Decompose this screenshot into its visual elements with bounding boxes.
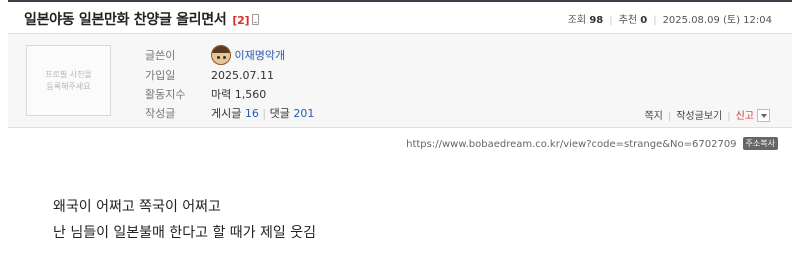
post-url: https://www.bobaedream.co.kr/view?code=s…	[406, 139, 737, 150]
action-divider: |	[667, 111, 672, 122]
reply-count[interactable]: [2]	[232, 14, 249, 27]
report-link[interactable]: 신고	[736, 111, 754, 122]
activity-row: 활동지수 마력 1,560	[145, 86, 266, 102]
posts-row: 작성글 게시글 16 | 댓글 201	[145, 105, 314, 121]
comments-count[interactable]: 201	[293, 107, 314, 120]
post-header: 일본야동 일본만화 찬양글 올리면서 [2] 조회 98 | 추천 0 | 2025.08…	[8, 0, 792, 34]
activity-label: 활동지수	[145, 88, 186, 101]
content-line: 왜국이 어쩌고 쪽국이 어쩌고	[53, 199, 221, 215]
post-date: 2025.08.09 (토) 12:04	[662, 15, 772, 26]
posts-prefix: 게시글	[211, 107, 242, 120]
post-title-text: 일본야동 일본만화 찬양글 올리면서	[24, 12, 227, 28]
post-title: 일본야동 일본만화 찬양글 올리면서 [2]	[24, 9, 260, 29]
avatar[interactable]	[211, 45, 231, 65]
stats-divider: |	[653, 15, 657, 26]
comments-prefix: 댓글	[269, 107, 290, 120]
recommend-label: 추천	[618, 15, 638, 26]
posts-divider: |	[262, 107, 267, 120]
posts-count[interactable]: 16	[245, 107, 259, 120]
views-label: 조회	[567, 15, 587, 26]
views-count: 98	[589, 15, 604, 26]
content-line: 난 님들이 일본불매 한다고 할 때가 제일 웃김	[53, 225, 316, 241]
photo-placeholder-line1: 프로필 사진을	[45, 69, 92, 79]
photo-placeholder-line2: 등록해주세요	[46, 81, 91, 91]
joined-row: 가입일 2025.07.11	[145, 67, 274, 83]
author-actions: 쪽지 | 작성글보기 | 신고	[644, 107, 770, 122]
author-info-box: 프로필 사진을 등록해주세요 글쓴이 이재명악개 가입일 2025.07.11 활…	[8, 34, 792, 128]
view-posts-link[interactable]: 작성글보기	[676, 111, 722, 122]
mobile-icon	[252, 14, 260, 25]
chevron-down-icon[interactable]	[757, 109, 770, 122]
writer-name[interactable]: 이재명악개	[235, 49, 286, 62]
recommend-count: 0	[640, 15, 648, 26]
profile-photo-placeholder: 프로필 사진을 등록해주세요	[26, 45, 111, 116]
joined-label: 가입일	[145, 69, 176, 82]
writer-row: 글쓴이 이재명악개	[145, 45, 286, 65]
copy-url-button[interactable]: 주소복사	[742, 137, 778, 150]
stats-divider: |	[609, 15, 613, 26]
post-stats: 조회 98 | 추천 0 | 2025.08.09 (토) 12:04	[568, 11, 772, 26]
joined-date: 2025.07.11	[211, 69, 274, 82]
send-note-link[interactable]: 쪽지	[644, 111, 662, 122]
posts-label: 작성글	[145, 107, 176, 120]
activity-value: 마력 1,560	[211, 88, 267, 101]
action-divider: |	[727, 111, 731, 122]
writer-label: 글쓴이	[145, 49, 176, 62]
url-row: https://www.bobaedream.co.kr/view?code=s…	[406, 137, 778, 150]
